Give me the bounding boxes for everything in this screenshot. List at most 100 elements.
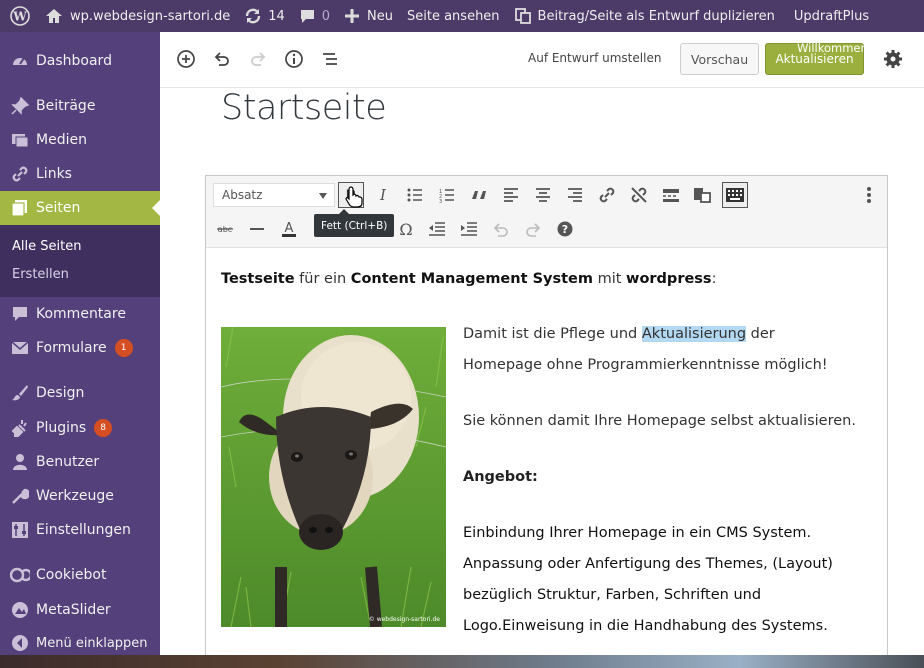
add-block-button[interactable] [174,47,198,71]
switch-to-draft-link[interactable]: Auf Entwurf umstellen [528,51,661,65]
paragraph-1[interactable]: Damit ist die Pflege und Aktualisierung … [463,319,888,381]
updraftplus-link[interactable]: UpdraftPlus [787,0,876,32]
admin-sidebar: Dashboard Beiträge Medien Links Seiten A… [0,32,160,655]
undo-icon [214,52,229,66]
sidebar-item-links[interactable]: Links [0,157,160,191]
settings-button[interactable] [881,47,905,71]
offer-line-2: Anpassung oder Anfertigung des Themes, (… [463,556,833,572]
intro-paragraph[interactable]: Testseite für ein Content Management Sys… [221,264,716,295]
duplicate-icon [514,8,531,24]
comments-count: 0 [321,8,331,24]
editor-content: Startseite Absatz B I 123 [160,88,924,655]
outdent-button[interactable] [424,216,450,242]
admin-bar: W wp.webdesign-sartori.de 14 0 Neu Seite… [0,0,924,32]
offer-line-1: Einbindung Ihrer Homepage in ein CMS Sys… [463,525,812,541]
editor-undo-button[interactable] [488,216,514,242]
pin-icon [10,96,30,116]
shortcode-button[interactable] [690,182,716,208]
strikethrough-button[interactable]: abc [212,216,238,242]
new-content-link[interactable]: Neu [337,0,400,32]
sidebar-item-plugins[interactable]: Plugins 8 [0,411,160,445]
intro-text-2: mit [592,271,627,287]
undo-button[interactable] [210,47,234,71]
desktop-taskbar [0,655,924,668]
toolbar-toggle-button[interactable] [722,182,748,208]
forms-count-badge: 1 [114,339,133,357]
unlink-icon [631,187,647,203]
updates-link[interactable]: 14 [237,0,292,32]
paragraph-1-line-1: Damit ist die Pflege und Aktualisierung … [463,319,888,350]
comments-link[interactable]: 0 [292,0,337,32]
classic-editor-block: Absatz B I 123 abc [205,175,888,655]
page-title[interactable]: Startseite [221,88,387,128]
insert-link-button[interactable] [594,182,620,208]
redo-button[interactable] [246,47,270,71]
read-more-button[interactable] [658,182,684,208]
indent-button[interactable] [456,216,482,242]
site-name-link[interactable]: wp.webdesign-sartori.de [38,0,237,32]
updraftplus-label: UpdraftPlus [793,8,870,24]
preview-button[interactable]: Vorschau [680,43,759,75]
horizontal-line-button[interactable] [244,216,270,242]
undo-icon [493,223,508,237]
para1-text-a: Damit ist die Pflege und [463,326,642,342]
remove-link-button[interactable] [626,182,652,208]
offer-heading[interactable]: Angebot: [463,462,888,493]
numbered-list-button[interactable]: 123 [434,182,460,208]
more-options-button[interactable] [856,182,882,208]
sidebar-item-media[interactable]: Medien [0,123,160,157]
sidebar-item-tools[interactable]: Werkzeuge [0,479,160,513]
sidebar-item-forms[interactable]: Formulare 1 [0,331,160,365]
keyboard-shortcuts-button[interactable]: ? [552,216,578,242]
special-character-button[interactable]: Ω [393,216,419,242]
cookiebot-icon [10,565,30,585]
help-icon: ? [557,221,573,237]
sidebar-item-cookiebot[interactable]: Cookiebot [0,558,160,592]
submenu-create[interactable]: Erstellen [12,267,69,282]
sidebar-item-label: Einstellungen [36,522,131,538]
duplicate-draft-link[interactable]: Beitrag/Seite als Entwurf duplizieren [507,0,782,32]
wordpress-logo-icon[interactable]: W [2,0,38,32]
sidebar-item-design[interactable]: Design [0,376,160,410]
svg-text:?: ? [562,223,568,236]
align-right-button[interactable] [562,182,588,208]
format-select[interactable]: Absatz [213,183,335,207]
sidebar-item-comments[interactable]: Kommentare [0,297,160,331]
bullet-list-button[interactable] [402,182,428,208]
offer-line-3: bezüglich Struktur, Farben, Schriften un… [463,587,762,603]
content-info-button[interactable] [282,47,306,71]
sidebar-item-label: Design [36,385,85,401]
sidebar-item-settings[interactable]: Einstellungen [0,513,160,547]
offer-paragraph[interactable]: Einbindung Ihrer Homepage in ein CMS Sys… [463,518,888,642]
sidebar-item-users[interactable]: Benutzer [0,445,160,479]
chevron-down-icon [319,193,327,203]
sheep-image[interactable]: © webdesign-sartori.de [221,327,446,627]
sidebar-item-dashboard[interactable]: Dashboard [0,44,160,78]
format-select-value: Absatz [222,188,263,202]
sidebar-item-label: Links [36,166,72,182]
block-navigation-button[interactable] [318,47,342,71]
editor-redo-button[interactable] [520,216,546,242]
italic-button[interactable]: I [370,182,396,208]
align-center-button[interactable] [530,182,556,208]
strikethrough-icon: abc [217,225,233,234]
sidebar-item-pages[interactable]: Seiten [0,191,160,225]
text-color-button[interactable]: A [276,216,302,242]
redo-icon [251,52,266,66]
sidebar-item-metaslider[interactable]: MetaSlider [0,593,160,627]
sidebar-item-label: Formulare [36,340,107,356]
intro-bold-1: Testseite [221,271,295,287]
submenu-all-pages[interactable]: Alle Seiten [12,239,81,254]
align-right-icon [568,188,582,202]
view-page-link[interactable]: Seite ansehen [400,0,507,32]
add-circle-icon [177,50,195,68]
intro-text-3: : [711,271,717,287]
sidebar-item-posts[interactable]: Beiträge [0,89,160,123]
align-left-button[interactable] [498,182,524,208]
dashboard-icon [10,51,30,71]
blockquote-button[interactable] [466,182,492,208]
editor-header: Auf Entwurf umstellen Vorschau Aktualisi… [160,32,924,88]
paragraph-2[interactable]: Sie können damit Ihre Homepage selbst ak… [463,406,888,437]
list-view-icon [323,53,337,65]
welcome-overlay-text: Willkommen [797,41,868,55]
